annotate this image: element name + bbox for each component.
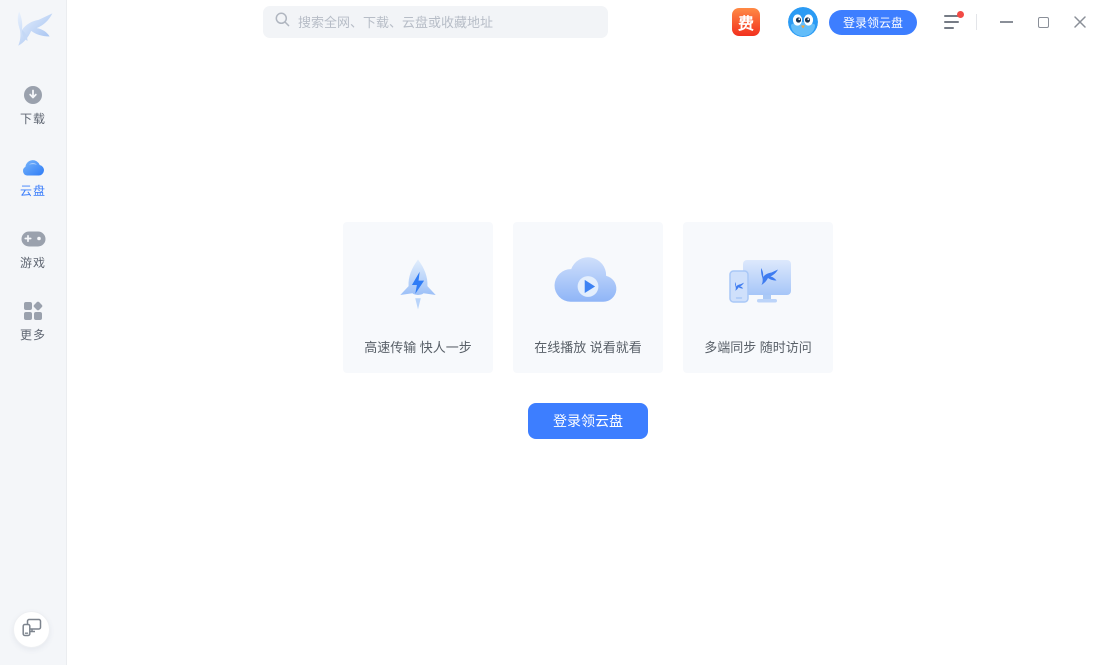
search-input[interactable] bbox=[298, 15, 596, 30]
sidebar-item-label: 下载 bbox=[20, 110, 46, 127]
sidebar-item-label: 游戏 bbox=[20, 254, 46, 271]
feature-cards: 高速传输 快人一步 在线播放 说看就看 bbox=[343, 222, 833, 373]
maximize-button[interactable] bbox=[1035, 14, 1051, 30]
close-icon bbox=[1073, 15, 1087, 29]
minimize-icon bbox=[1000, 21, 1013, 23]
sidebar-item-games[interactable]: 游戏 bbox=[0, 229, 66, 271]
feature-card-play: 在线播放 说看就看 bbox=[513, 222, 663, 373]
feature-label: 多端同步 随时访问 bbox=[683, 337, 833, 356]
maximize-icon bbox=[1038, 17, 1049, 28]
feature-card-sync: 多端同步 随时访问 bbox=[683, 222, 833, 373]
phone-monitor-icon bbox=[22, 618, 42, 642]
main-area: 费 登录领云盘 bbox=[67, 0, 1109, 665]
app-window: 下载 云盘 bbox=[0, 0, 1109, 665]
devices-sync-icon bbox=[683, 254, 833, 312]
titlebar-right: 费 登录领云盘 bbox=[732, 0, 1109, 44]
minimize-button[interactable] bbox=[998, 14, 1014, 30]
main-menu-icon[interactable] bbox=[944, 14, 962, 30]
rocket-icon bbox=[343, 254, 493, 316]
sidebar-item-label: 云盘 bbox=[20, 182, 46, 199]
feature-card-speed: 高速传输 快人一步 bbox=[343, 222, 493, 373]
cloud-play-icon bbox=[513, 254, 663, 308]
fee-promo-icon[interactable]: 费 bbox=[732, 8, 760, 36]
notification-dot bbox=[957, 11, 964, 18]
login-pill-button[interactable]: 登录领云盘 bbox=[829, 10, 917, 35]
sidebar-item-more[interactable]: 更多 bbox=[0, 301, 66, 343]
login-cta-button[interactable]: 登录领云盘 bbox=[528, 403, 648, 439]
close-button[interactable] bbox=[1072, 14, 1088, 30]
sidebar: 下载 云盘 bbox=[0, 0, 67, 665]
sidebar-item-download[interactable]: 下载 bbox=[0, 85, 66, 127]
download-icon bbox=[23, 85, 43, 105]
gamepad-icon bbox=[21, 229, 46, 249]
thunder-logo-icon bbox=[9, 6, 57, 54]
search-icon bbox=[275, 12, 290, 32]
user-avatar[interactable] bbox=[788, 7, 818, 37]
sidebar-item-label: 更多 bbox=[20, 326, 46, 343]
cloud-icon bbox=[21, 157, 45, 177]
sidebar-nav: 下载 云盘 bbox=[0, 85, 66, 343]
feature-label: 在线播放 说看就看 bbox=[513, 337, 663, 356]
more-grid-icon bbox=[23, 301, 43, 321]
search-bar[interactable] bbox=[263, 6, 608, 38]
feature-label: 高速传输 快人一步 bbox=[343, 337, 493, 356]
sidebar-item-clouddrive[interactable]: 云盘 bbox=[0, 157, 66, 199]
titlebar-separator bbox=[976, 14, 977, 30]
connect-device-button[interactable] bbox=[13, 611, 50, 648]
